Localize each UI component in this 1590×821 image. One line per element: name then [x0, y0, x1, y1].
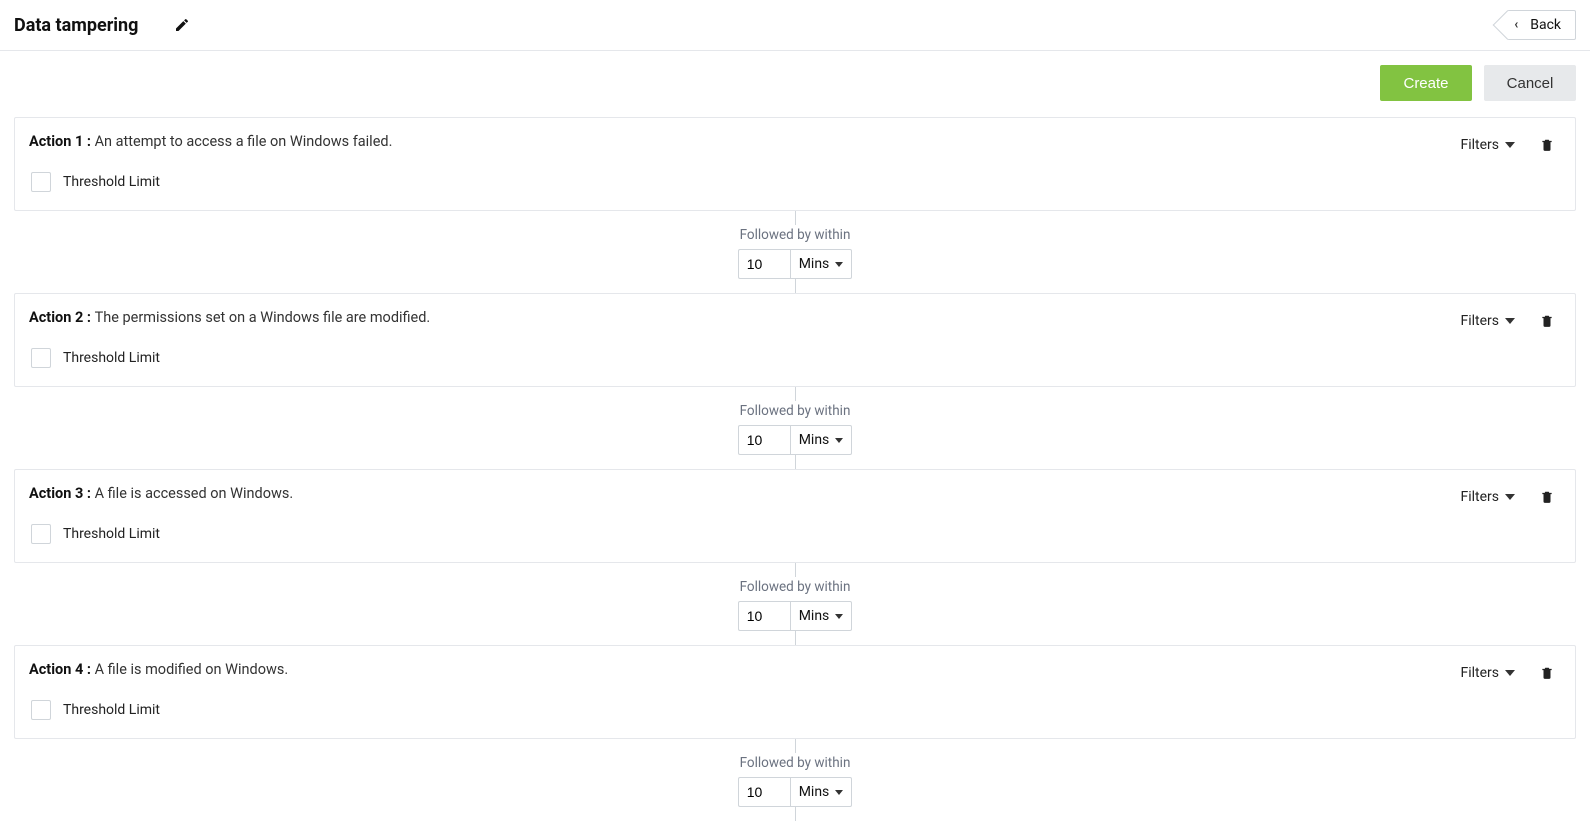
- cancel-button[interactable]: Cancel: [1484, 65, 1576, 101]
- filters-dropdown[interactable]: Filters: [1460, 313, 1515, 329]
- filters-dropdown[interactable]: Filters: [1460, 489, 1515, 505]
- chevron-left-icon: ‹: [1514, 18, 1518, 33]
- threshold-label: Threshold Limit: [63, 526, 160, 542]
- connector-line-bottom: [795, 455, 796, 469]
- action-title: Action 4 : A file is modified on Windows…: [29, 660, 1460, 680]
- action-button-row: Create Cancel: [0, 51, 1590, 117]
- followed-by-unit-label: Mins: [799, 256, 830, 272]
- followed-by-unit-label: Mins: [799, 608, 830, 624]
- filters-label: Filters: [1460, 665, 1499, 681]
- action-number-label: Action 2 :: [29, 309, 95, 326]
- chevron-down-icon: [1505, 142, 1515, 148]
- followed-by-value-input[interactable]: [738, 425, 790, 455]
- chevron-down-icon: [835, 438, 843, 443]
- chevron-down-icon: [835, 614, 843, 619]
- sequence-connector: Followed by within Mins: [14, 739, 1576, 821]
- connector-line-bottom: [795, 279, 796, 293]
- connector-line-top: [795, 387, 796, 401]
- sequence-connector: Followed by within Mins: [14, 387, 1576, 469]
- followed-by-unit-label: Mins: [799, 784, 830, 800]
- action-description: A file is modified on Windows.: [95, 661, 289, 678]
- filters-label: Filters: [1460, 313, 1499, 329]
- edit-icon[interactable]: [174, 17, 190, 33]
- followed-by-label: Followed by within: [740, 579, 851, 595]
- action-number-label: Action 3 :: [29, 485, 95, 502]
- page-header: Data tampering ‹ Back: [0, 0, 1590, 51]
- action-number-label: Action 1 :: [29, 133, 95, 150]
- action-description: The permissions set on a Windows file ar…: [95, 309, 431, 326]
- back-button-label: Back: [1530, 17, 1561, 33]
- back-button[interactable]: ‹ Back: [1507, 10, 1576, 40]
- sequence-connector: Followed by within Mins: [14, 211, 1576, 293]
- action-card: Action 2 : The permissions set on a Wind…: [14, 293, 1576, 387]
- action-card: Action 3 : A file is accessed on Windows…: [14, 469, 1576, 563]
- threshold-label: Threshold Limit: [63, 350, 160, 366]
- sequence-connector: Followed by within Mins: [14, 563, 1576, 645]
- followed-by-value-input[interactable]: [738, 601, 790, 631]
- threshold-checkbox[interactable]: [31, 172, 51, 192]
- followed-by-unit-label: Mins: [799, 432, 830, 448]
- chevron-down-icon: [1505, 318, 1515, 324]
- threshold-checkbox[interactable]: [31, 524, 51, 544]
- followed-by-unit-dropdown[interactable]: Mins: [790, 777, 853, 807]
- followed-by-value-input[interactable]: [738, 249, 790, 279]
- filters-label: Filters: [1460, 489, 1499, 505]
- followed-by-label: Followed by within: [740, 403, 851, 419]
- followed-by-label: Followed by within: [740, 755, 851, 771]
- connector-line-top: [795, 739, 796, 753]
- filters-label: Filters: [1460, 137, 1499, 153]
- connector-line-bottom: [795, 807, 796, 821]
- connector-line-top: [795, 211, 796, 225]
- action-card: Action 4 : A file is modified on Windows…: [14, 645, 1576, 739]
- filters-dropdown[interactable]: Filters: [1460, 665, 1515, 681]
- page-title: Data tampering: [14, 15, 138, 36]
- followed-by-unit-dropdown[interactable]: Mins: [790, 601, 853, 631]
- threshold-checkbox[interactable]: [31, 700, 51, 720]
- action-title: Action 2 : The permissions set on a Wind…: [29, 308, 1460, 328]
- chevron-down-icon: [835, 262, 843, 267]
- action-card: Action 1 : An attempt to access a file o…: [14, 117, 1576, 211]
- chevron-down-icon: [1505, 494, 1515, 500]
- followed-by-value-input[interactable]: [738, 777, 790, 807]
- delete-icon[interactable]: [1539, 488, 1555, 506]
- followed-by-label: Followed by within: [740, 227, 851, 243]
- threshold-label: Threshold Limit: [63, 174, 160, 190]
- chevron-down-icon: [835, 790, 843, 795]
- delete-icon[interactable]: [1539, 136, 1555, 154]
- delete-icon[interactable]: [1539, 312, 1555, 330]
- action-description: A file is accessed on Windows.: [95, 485, 294, 502]
- chevron-down-icon: [1505, 670, 1515, 676]
- action-title: Action 1 : An attempt to access a file o…: [29, 132, 1460, 152]
- action-number-label: Action 4 :: [29, 661, 95, 678]
- actions-list: Action 1 : An attempt to access a file o…: [0, 117, 1590, 821]
- delete-icon[interactable]: [1539, 664, 1555, 682]
- create-button[interactable]: Create: [1380, 65, 1472, 101]
- connector-line-bottom: [795, 631, 796, 645]
- filters-dropdown[interactable]: Filters: [1460, 137, 1515, 153]
- action-description: An attempt to access a file on Windows f…: [95, 133, 393, 150]
- threshold-label: Threshold Limit: [63, 702, 160, 718]
- followed-by-unit-dropdown[interactable]: Mins: [790, 425, 853, 455]
- connector-line-top: [795, 563, 796, 577]
- action-title: Action 3 : A file is accessed on Windows…: [29, 484, 1460, 504]
- threshold-checkbox[interactable]: [31, 348, 51, 368]
- followed-by-unit-dropdown[interactable]: Mins: [790, 249, 853, 279]
